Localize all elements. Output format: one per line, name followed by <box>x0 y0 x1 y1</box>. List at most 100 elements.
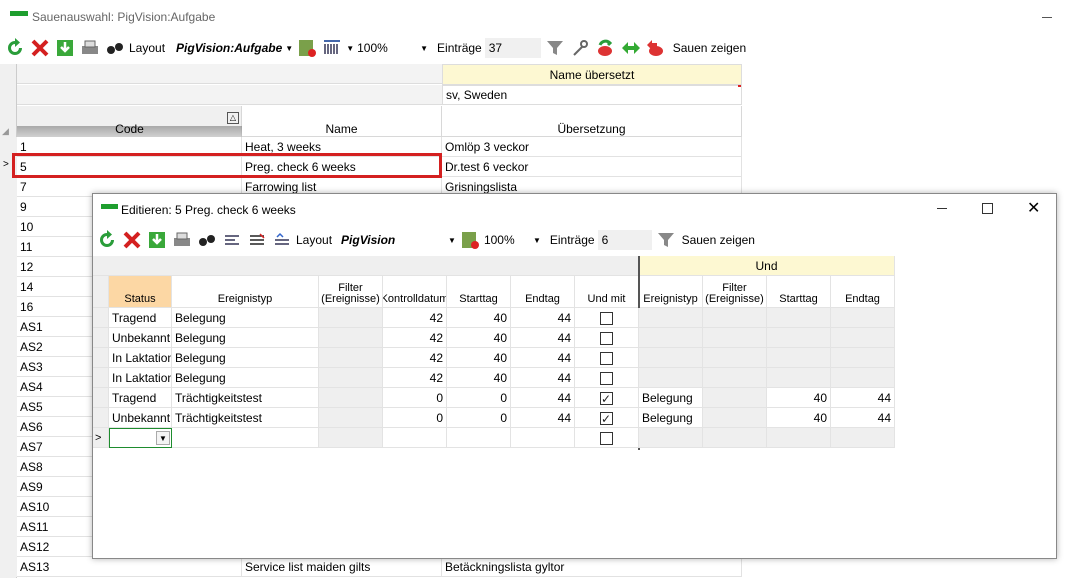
cell-status[interactable]: Unbekannt <box>109 328 172 348</box>
und-checkbox[interactable] <box>600 352 613 366</box>
cell-end2[interactable] <box>831 308 895 328</box>
cell-typ2[interactable]: Belegung <box>639 408 703 428</box>
cell-filter2[interactable] <box>703 368 767 388</box>
print-icon[interactable] <box>79 37 101 59</box>
cell-typ2[interactable]: Belegung <box>639 388 703 408</box>
row-header[interactable] <box>0 517 17 537</box>
cell-start2[interactable]: 40 <box>767 408 831 428</box>
cell-end[interactable]: 44 <box>511 308 575 328</box>
cell-end2[interactable] <box>831 368 895 388</box>
cell-filter[interactable] <box>319 348 383 368</box>
layout-select[interactable]: PigVision <box>341 233 445 247</box>
binoculars-icon[interactable] <box>104 37 126 59</box>
column-header-filter2[interactable]: Filter (Ereignisse) <box>703 276 767 308</box>
cell-typ[interactable]: Trächtigkeitstest <box>172 408 319 428</box>
cell-end2[interactable] <box>831 348 895 368</box>
cell-filter[interactable] <box>319 408 383 428</box>
cell-trans[interactable]: Dr.test 6 veckor <box>442 157 742 177</box>
cell-end[interactable]: 44 <box>511 408 575 428</box>
column-header-end[interactable]: Endtag <box>511 276 575 308</box>
wrench-icon[interactable] <box>569 37 591 59</box>
chevron-down-icon[interactable]: ▼ <box>533 236 541 245</box>
download-icon[interactable] <box>54 37 76 59</box>
zoom-select[interactable]: 100% <box>484 233 530 247</box>
cell-end[interactable]: 44 <box>511 328 575 348</box>
layout-settings-icon[interactable] <box>296 37 318 59</box>
row-header[interactable] <box>0 257 17 277</box>
cell-start2[interactable] <box>767 348 831 368</box>
layout-select[interactable]: PigVision:Aufgabe <box>176 41 282 55</box>
cell-kd[interactable]: 42 <box>383 328 447 348</box>
cell-und[interactable] <box>575 308 639 328</box>
chevron-down-icon[interactable]: ▼ <box>156 431 170 445</box>
cell-filter[interactable] <box>319 308 383 328</box>
cell-filter2[interactable] <box>703 328 767 348</box>
cell-start2[interactable] <box>767 368 831 388</box>
new-cell-typ2[interactable] <box>639 428 703 448</box>
cell-typ2[interactable] <box>639 348 703 368</box>
print-icon[interactable] <box>171 229 193 251</box>
cell-kd[interactable]: 0 <box>383 388 447 408</box>
cell-typ[interactable]: Belegung <box>172 348 319 368</box>
new-cell-filter[interactable] <box>319 428 383 448</box>
cell-end2[interactable]: 44 <box>831 408 895 428</box>
row-header[interactable] <box>0 237 17 257</box>
cell-typ[interactable]: Trächtigkeitstest <box>172 388 319 408</box>
cell-trans[interactable]: Betäckningslista gyltor <box>442 557 742 577</box>
layout-settings-icon[interactable] <box>459 229 481 251</box>
cell-und[interactable] <box>575 368 639 388</box>
move-row-icon[interactable] <box>271 229 293 251</box>
cell-end2[interactable] <box>831 328 895 348</box>
sort-asc-icon[interactable]: △ <box>227 112 239 124</box>
table-row[interactable]: AS13 Service list maiden gilts Betäcknings… <box>0 557 742 577</box>
cell-end[interactable]: 44 <box>511 348 575 368</box>
row-header[interactable] <box>0 377 17 397</box>
chevron-down-icon[interactable]: ▼ <box>285 44 293 53</box>
chevron-down-icon[interactable]: ▼ <box>448 236 456 245</box>
new-cell-start2[interactable] <box>767 428 831 448</box>
row-header[interactable] <box>0 397 17 417</box>
cell-code[interactable]: AS13 <box>17 557 242 577</box>
cell-start2[interactable] <box>767 308 831 328</box>
language-field[interactable]: sv, Sweden <box>442 85 742 105</box>
column-header-start[interactable]: Starttag <box>447 276 511 308</box>
column-header-code[interactable]: Code <box>17 122 242 136</box>
cell-typ2[interactable] <box>639 308 703 328</box>
chevron-down-icon[interactable]: ▼ <box>420 44 428 53</box>
new-cell-start[interactable] <box>447 428 511 448</box>
cell-start[interactable]: 0 <box>447 408 511 428</box>
cell-start2[interactable]: 40 <box>767 388 831 408</box>
cell-kd[interactable]: 0 <box>383 408 447 428</box>
cell-und[interactable] <box>575 348 639 368</box>
cell-filter[interactable] <box>319 328 383 348</box>
new-cell-status[interactable]: ▼ <box>109 428 172 448</box>
new-cell-filter2[interactable] <box>703 428 767 448</box>
row-header[interactable] <box>93 328 109 348</box>
cell-typ[interactable]: Belegung <box>172 328 319 348</box>
row-header[interactable] <box>0 177 17 197</box>
delete-row-icon[interactable] <box>246 229 268 251</box>
maximize-icon[interactable] <box>982 203 993 214</box>
close-x-icon[interactable] <box>29 37 51 59</box>
cell-und[interactable] <box>575 408 639 428</box>
cell-kd[interactable]: 42 <box>383 348 447 368</box>
cell-typ[interactable]: Belegung <box>172 368 319 388</box>
cell-end[interactable]: 44 <box>511 368 575 388</box>
cell-filter[interactable] <box>319 388 383 408</box>
cell-typ[interactable]: Belegung <box>172 308 319 328</box>
row-header[interactable] <box>93 348 109 368</box>
cell-status[interactable]: In Laktation <box>109 368 172 388</box>
cell-start2[interactable] <box>767 328 831 348</box>
cell-end[interactable]: 44 <box>511 388 575 408</box>
pig-transfer-icon[interactable] <box>619 37 641 59</box>
minimize-icon[interactable] <box>937 208 947 209</box>
column-header-kd[interactable]: Kontrolldatum <box>383 276 447 308</box>
cell-status[interactable]: Tragend <box>109 388 172 408</box>
cell-typ2[interactable] <box>639 368 703 388</box>
cell-status[interactable]: In Laktation <box>109 348 172 368</box>
chevron-down-icon[interactable]: ▼ <box>346 44 354 53</box>
cell-start[interactable]: 0 <box>447 388 511 408</box>
cell-status[interactable]: Tragend <box>109 308 172 328</box>
cell-und[interactable] <box>575 388 639 408</box>
cell-typ2[interactable] <box>639 328 703 348</box>
